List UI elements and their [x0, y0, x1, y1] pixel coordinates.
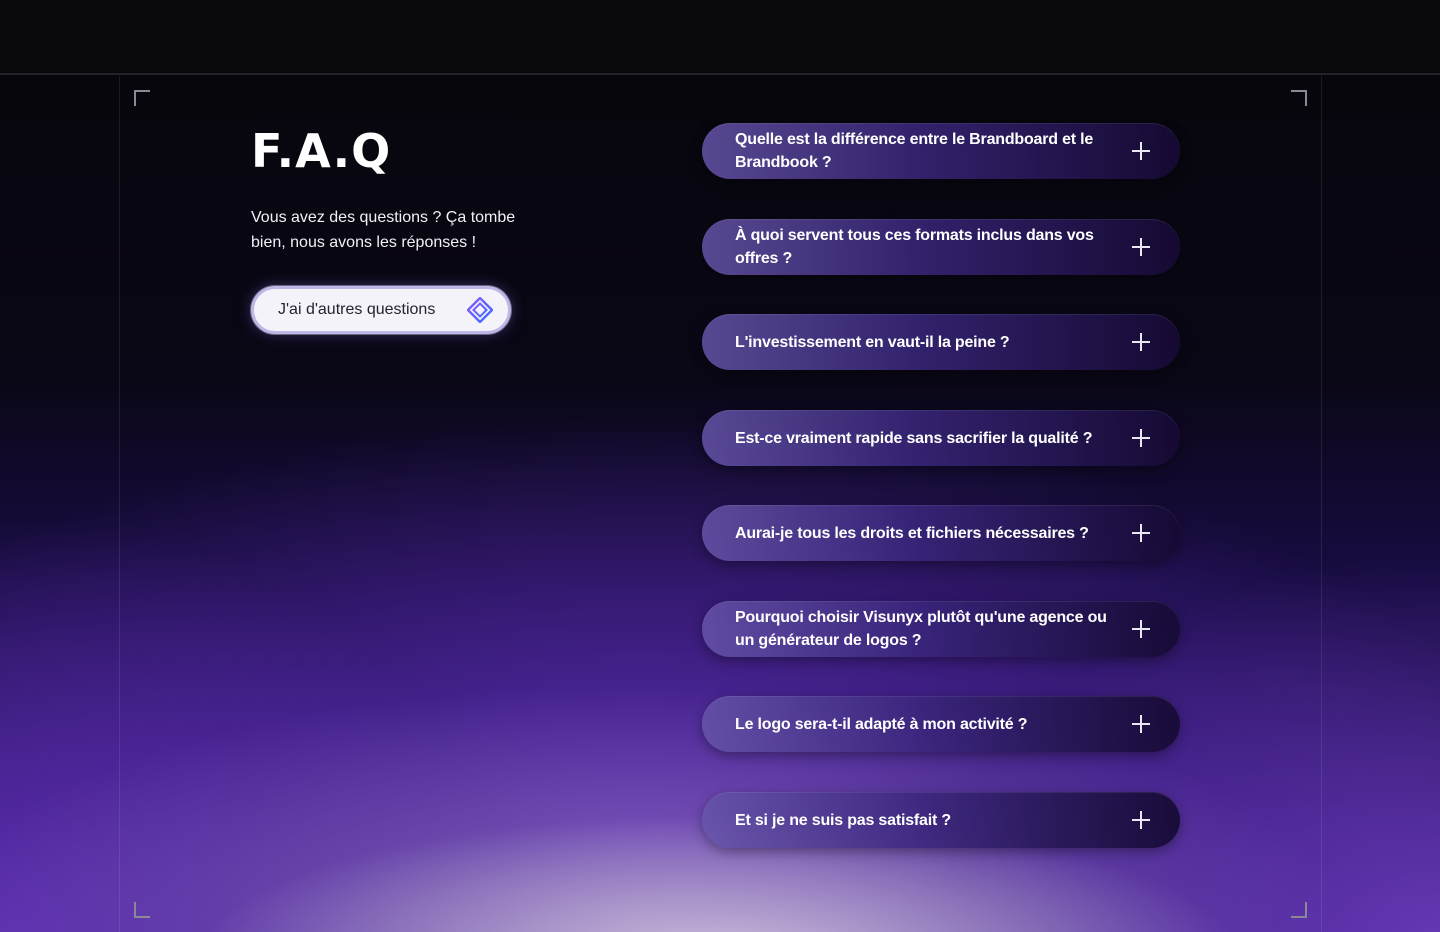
faq-question-label: Et si je ne suis pas satisfait ? [735, 811, 951, 829]
plus-icon[interactable] [1132, 620, 1150, 638]
corner-mark-top-right [1291, 90, 1307, 106]
plus-icon[interactable] [1132, 715, 1150, 733]
corner-mark-top-left [134, 90, 150, 106]
plus-icon[interactable] [1132, 142, 1150, 160]
frame-line-right [1321, 76, 1322, 932]
frame-line-left [119, 76, 120, 932]
faq-item[interactable]: Le logo sera-t-il adapté à mon activité … [702, 696, 1180, 752]
other-questions-label: J'ai d'autres questions [278, 301, 436, 318]
diamond-logo-icon [466, 296, 494, 324]
faq-question-label: Aurai-je tous les droits et fichiers néc… [735, 524, 1089, 542]
faq-question-label: Pourquoi choisir Visunyx plutôt qu'une a… [735, 609, 1107, 649]
faq-question-label: L'investissement en vaut-il la peine ? [735, 333, 1010, 351]
plus-icon[interactable] [1132, 238, 1150, 256]
corner-mark-bottom-left [134, 902, 150, 918]
plus-icon[interactable] [1132, 524, 1150, 542]
faq-item[interactable]: Aurai-je tous les droits et fichiers néc… [702, 505, 1180, 561]
faq-question-label: Le logo sera-t-il adapté à mon activité … [735, 715, 1028, 733]
corner-mark-bottom-right [1291, 902, 1307, 918]
faq-subtitle: Vous avez des questions ? Ça tombe bien,… [251, 209, 516, 251]
faq-question-label: Est-ce vraiment rapide sans sacrifier la… [735, 429, 1093, 447]
faq-item[interactable]: Pourquoi choisir Visunyx plutôt qu'une a… [702, 601, 1180, 657]
other-questions-button[interactable]: J'ai d'autres questions [251, 286, 511, 334]
top-bar [0, 0, 1440, 75]
faq-item[interactable]: Est-ce vraiment rapide sans sacrifier la… [702, 410, 1180, 466]
plus-icon[interactable] [1132, 429, 1150, 447]
faq-question-label: Quelle est la différence entre le Brandb… [735, 131, 1094, 171]
plus-icon[interactable] [1132, 333, 1150, 351]
faq-title: F.A.Q [251, 124, 392, 178]
faq-item[interactable]: L'investissement en vaut-il la peine ? [702, 314, 1180, 370]
plus-icon[interactable] [1132, 811, 1150, 829]
faq-item[interactable]: À quoi servent tous ces formats inclus d… [702, 219, 1180, 275]
faq-question-label: À quoi servent tous ces formats inclus d… [735, 227, 1094, 267]
faq-item[interactable]: Et si je ne suis pas satisfait ? [702, 792, 1180, 848]
faq-item[interactable]: Quelle est la différence entre le Brandb… [702, 123, 1180, 179]
